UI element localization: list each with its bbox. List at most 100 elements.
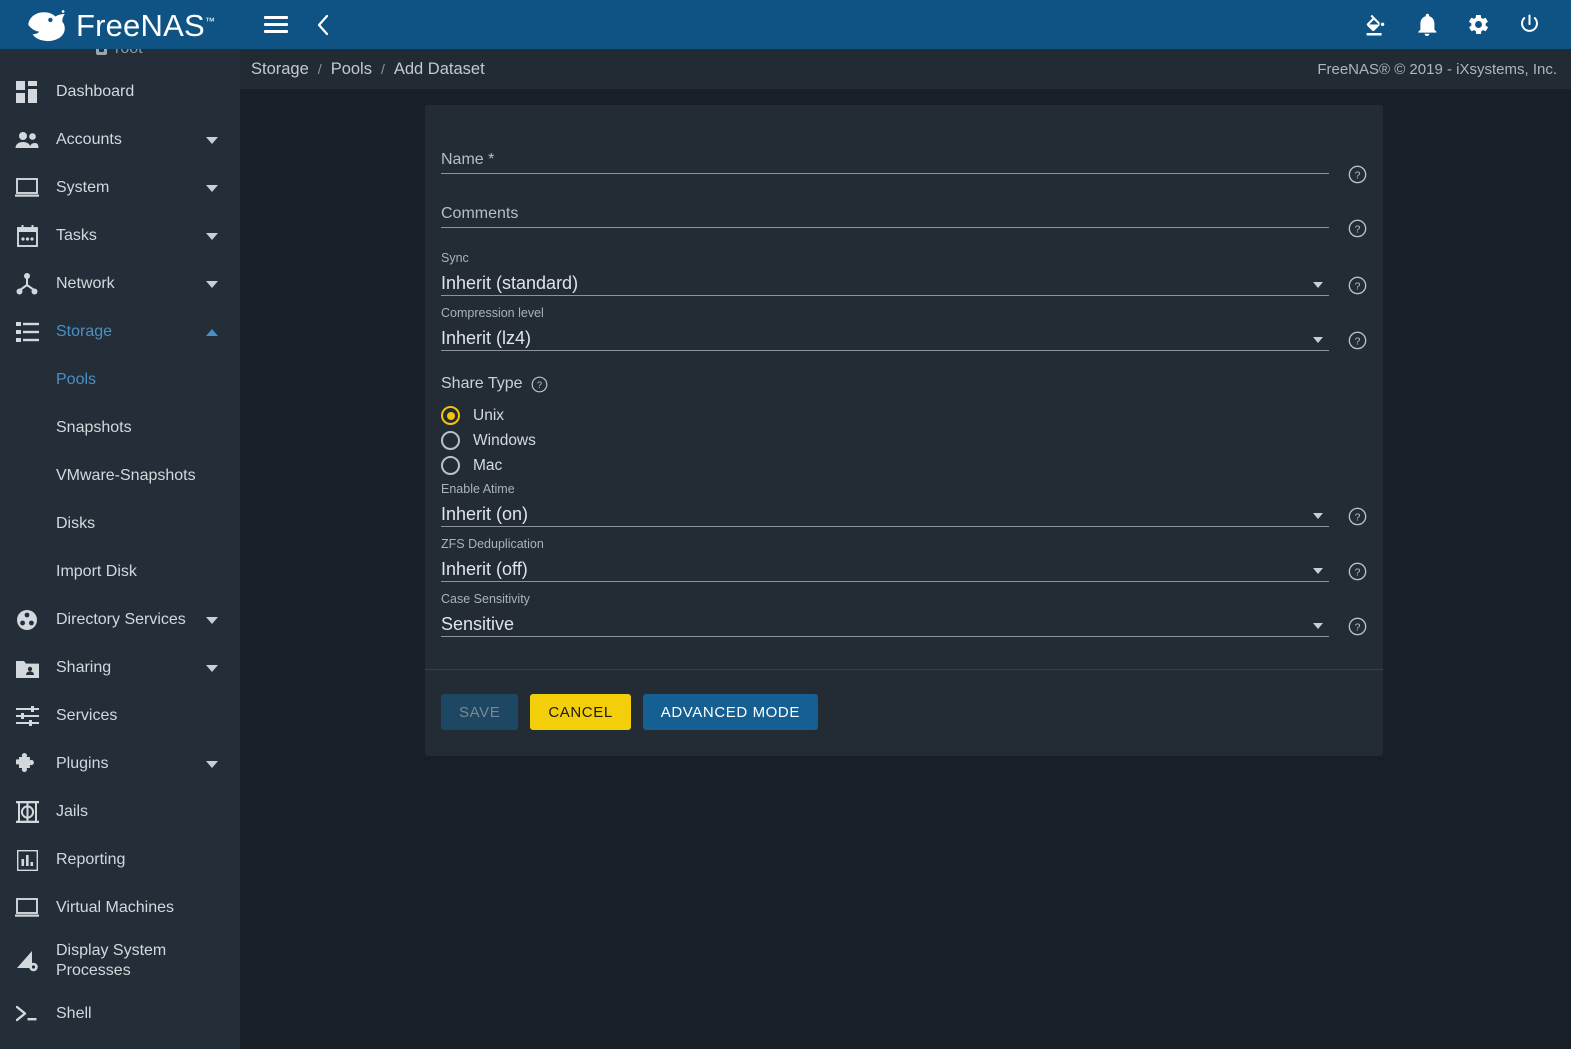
top-app-bar: FreeNAS™	[0, 0, 1571, 49]
help-circle-icon[interactable]: ?	[1348, 165, 1367, 184]
breadcrumb-item-storage[interactable]: Storage	[251, 60, 309, 79]
radio-share-type-windows[interactable]: Windows	[441, 428, 1367, 453]
sidebar-item-label: Snapshots	[56, 419, 132, 436]
compression-select[interactable]: Inherit (lz4)	[441, 322, 1329, 350]
sidebar-item-label: Virtual Machines	[56, 899, 174, 916]
add-dataset-card: Name * ? Comments ? Sync Inherit (standa…	[425, 105, 1383, 756]
sidebar-item-plugins[interactable]: Plugins	[0, 740, 240, 788]
sidebar-item-reporting[interactable]: Reporting	[0, 836, 240, 884]
comments-input[interactable]: Comments	[441, 197, 1329, 227]
sidebar-item-jails[interactable]: Jails	[0, 788, 240, 836]
sidebar-item-directory-services[interactable]: Directory Services	[0, 596, 240, 644]
copyright-text: FreeNAS® © 2019 - iXsystems, Inc.	[1317, 60, 1557, 78]
sidebar-item-virtual-machines[interactable]: Virtual Machines	[0, 884, 240, 932]
network-icon	[0, 273, 54, 295]
power-icon[interactable]	[1514, 10, 1544, 40]
help-circle-icon[interactable]: ?	[1348, 276, 1367, 295]
breadcrumb-item-add-dataset: Add Dataset	[393, 59, 485, 78]
field-underline	[441, 581, 1329, 582]
atime-select[interactable]: Inherit (on)	[441, 498, 1329, 526]
field-share-type: Share Type ? Unix Windows Mac	[441, 361, 1367, 480]
sidebar-item-label: Storage	[56, 323, 113, 340]
system-icon	[0, 178, 54, 198]
sidebar-item-vmware-snapshots[interactable]: VMware-Snapshots	[0, 452, 240, 500]
breadcrumb-separator: /	[380, 61, 385, 77]
help-circle-icon[interactable]: ?	[1348, 219, 1367, 238]
help-circle-icon[interactable]: ?	[1348, 507, 1367, 526]
radio-share-type-unix[interactable]: Unix	[441, 403, 1367, 428]
sidebar-item-accounts[interactable]: Accounts	[0, 116, 240, 164]
chevron-left-glyph	[317, 14, 329, 35]
sidebar-item-storage[interactable]: Storage	[0, 308, 240, 356]
tasks-icon	[0, 225, 54, 247]
radio-indicator	[441, 456, 460, 475]
sidebar-item-label: Accounts	[56, 131, 122, 148]
chevron-down-icon[interactable]	[1313, 282, 1323, 288]
advanced-mode-button[interactable]: ADVANCED MODE	[642, 694, 818, 730]
sidebar-item-services[interactable]: Services	[0, 692, 240, 740]
svg-text:?: ?	[1355, 623, 1361, 634]
chevron-up-icon[interactable]	[206, 328, 218, 336]
brand-trademark: ™	[204, 16, 216, 28]
reporting-icon	[0, 849, 54, 871]
sidebar-scroll-area: root Dashboard	[0, 30, 240, 1038]
sidebar-item-label: Plugins	[56, 755, 109, 772]
breadcrumb-item-pools[interactable]: Pools	[331, 60, 372, 79]
radio-share-type-mac[interactable]: Mac	[441, 453, 1367, 478]
chevron-down-icon[interactable]	[206, 664, 218, 672]
sidebar-item-label: Network	[56, 275, 115, 292]
notifications-icon[interactable]	[1412, 10, 1442, 40]
jails-icon	[0, 801, 54, 823]
help-circle-icon[interactable]: ?	[1348, 562, 1367, 581]
save-button[interactable]: SAVE	[441, 694, 519, 730]
svg-text:?: ?	[1355, 337, 1361, 348]
name-input[interactable]: Name *	[441, 143, 1329, 173]
help-circle-icon[interactable]: ?	[1348, 331, 1367, 350]
sidebar-item-snapshots[interactable]: Snapshots	[0, 404, 240, 452]
hamburger-icon[interactable]	[261, 10, 291, 40]
sidebar-item-disks[interactable]: Disks	[0, 500, 240, 548]
theme-icon[interactable]	[1361, 10, 1391, 40]
dedup-select[interactable]: Inherit (off)	[441, 553, 1329, 581]
sidebar-item-sharing[interactable]: Sharing	[0, 644, 240, 692]
chevron-down-icon[interactable]	[1313, 568, 1323, 574]
sidebar-item-shell[interactable]: Shell	[0, 990, 240, 1038]
sidebar-item-network[interactable]: Network	[0, 260, 240, 308]
paint-bucket-glyph	[1366, 14, 1385, 35]
gear-icon[interactable]	[1463, 10, 1493, 40]
chevron-down-icon[interactable]	[206, 232, 218, 240]
sidebar-item-import-disk[interactable]: Import Disk	[0, 548, 240, 596]
chevron-down-icon[interactable]	[1313, 337, 1323, 343]
help-circle-icon[interactable]: ?	[531, 376, 548, 393]
dashboard-icon	[0, 81, 54, 103]
gear-glyph	[1468, 15, 1488, 34]
chevron-down-icon[interactable]	[206, 760, 218, 768]
sidebar-item-label: System	[56, 179, 110, 196]
help-circle-icon[interactable]: ?	[1348, 617, 1367, 636]
display-system-processes-icon	[0, 950, 54, 972]
cancel-button[interactable]: CANCEL	[530, 694, 631, 730]
case-sensitivity-select[interactable]: Sensitive	[441, 608, 1329, 636]
sidebar-item-pools[interactable]: Pools	[0, 356, 240, 404]
chevron-down-icon[interactable]	[206, 280, 218, 288]
field-underline	[441, 173, 1329, 174]
breadcrumb: Storage / Pools / Add Dataset	[251, 60, 485, 79]
chevron-down-icon[interactable]	[1313, 623, 1323, 629]
brand-logo-area[interactable]: FreeNAS™	[0, 0, 240, 49]
field-underline	[441, 636, 1329, 637]
sidebar-item-dashboard[interactable]: Dashboard	[0, 68, 240, 116]
sync-select[interactable]: Inherit (standard)	[441, 267, 1329, 295]
sidebar-item-system[interactable]: System	[0, 164, 240, 212]
sidebar-item-display-system-processes[interactable]: Display System Processes	[0, 932, 240, 990]
sidebar-item-label: Dashboard	[56, 83, 135, 100]
sidebar-item-tasks[interactable]: Tasks	[0, 212, 240, 260]
chevron-down-icon[interactable]	[1313, 513, 1323, 519]
chevron-down-icon[interactable]	[206, 616, 218, 624]
chevron-left-icon[interactable]	[308, 10, 338, 40]
chevron-down-icon[interactable]	[206, 136, 218, 144]
svg-text:?: ?	[1355, 568, 1361, 579]
chevron-down-icon[interactable]	[206, 184, 218, 192]
accounts-icon	[0, 131, 54, 149]
brand-name: FreeNAS™	[75, 8, 216, 43]
field-zfs-deduplication: ZFS Deduplication Inherit (off) ?	[441, 537, 1367, 588]
